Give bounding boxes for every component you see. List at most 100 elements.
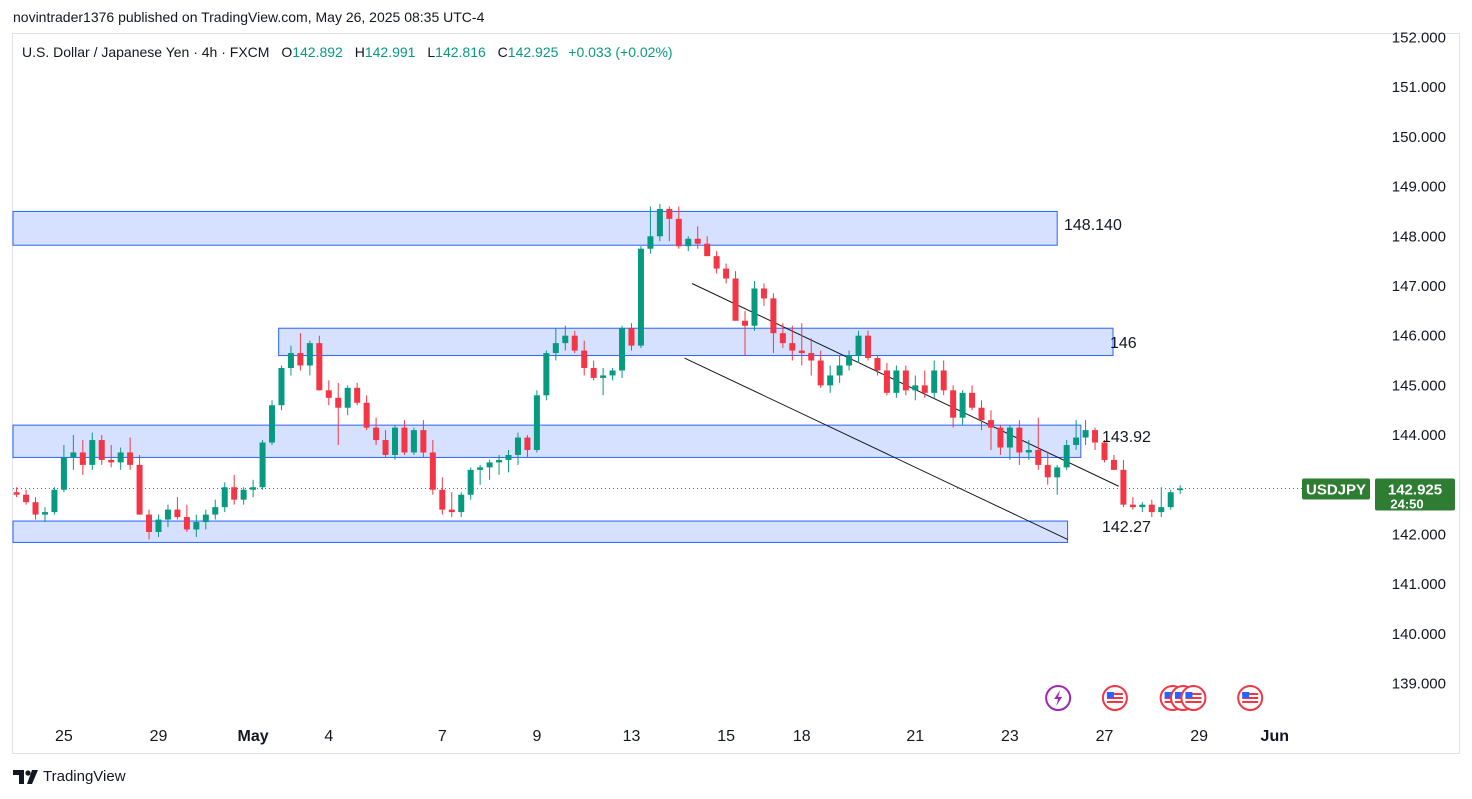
candle-body: [316, 343, 323, 391]
candle-body: [486, 462, 493, 468]
candle-body: [940, 370, 947, 391]
y-tick-label: 142.000: [1392, 526, 1446, 543]
candle-body: [789, 343, 796, 351]
candle: [51, 487, 58, 515]
candle-body: [562, 335, 569, 344]
candle-body: [1035, 449, 1042, 465]
x-tick-label: May: [238, 728, 269, 745]
candle-body: [202, 514, 209, 523]
us-flag-stripe: [1242, 701, 1259, 703]
candle: [269, 400, 276, 446]
candle: [931, 360, 938, 398]
candle-body: [335, 397, 342, 408]
candle: [609, 367, 616, 381]
candle-body: [666, 208, 673, 219]
candle: [363, 395, 370, 431]
candle-body: [1120, 469, 1127, 505]
chart-canvas[interactable]: 148.140 146 143.92 142.27 152.000 151.000 150…: [0, 0, 1472, 799]
x-tick-label: 29: [150, 728, 168, 745]
x-tick-label: 25: [55, 728, 73, 745]
candle: [1110, 454, 1117, 470]
zone-148.140: [12, 210, 1058, 246]
y-tick-label: 148.000: [1392, 228, 1446, 245]
x-tick-label: 21: [906, 728, 924, 745]
us-flag-stripe: [1185, 701, 1202, 703]
candle-body: [458, 494, 465, 513]
candle-body: [183, 517, 190, 530]
candle: [751, 281, 758, 331]
candle: [656, 203, 663, 242]
candle: [600, 367, 607, 396]
bar-countdown: 24:50: [1390, 497, 1423, 512]
symbol-tag-label: USDJPY: [1306, 482, 1366, 499]
x-tick-label: Jun: [1261, 728, 1289, 745]
candle-body: [656, 208, 663, 237]
candle: [637, 246, 644, 349]
candle: [174, 497, 181, 520]
candle-body: [798, 350, 805, 354]
candle-body: [278, 367, 285, 406]
zone-142.27: [12, 520, 1069, 543]
candle-body: [1006, 427, 1013, 448]
x-tick-label: 9: [532, 728, 541, 745]
candle-body: [1054, 467, 1061, 478]
candle: [1092, 427, 1099, 450]
candle-body: [817, 360, 824, 386]
y-tick-label: 144.000: [1392, 427, 1446, 444]
candle-body: [997, 427, 1004, 448]
change-value: +0.033 (+0.02%): [568, 44, 673, 60]
candle: [836, 355, 843, 383]
candle: [212, 499, 219, 520]
candle: [723, 263, 730, 284]
candle-body: [420, 430, 427, 453]
x-tick-label: 13: [623, 728, 641, 745]
candle-body: [808, 353, 815, 361]
us-flag-event-icon: [1237, 685, 1264, 711]
candle: [1177, 485, 1184, 494]
candle-body: [883, 370, 890, 393]
candle-body: [1073, 437, 1080, 446]
candle-body: [429, 452, 436, 490]
y-tick-label: 152.000: [1392, 29, 1446, 46]
candle-body: [978, 407, 985, 421]
ohlc-legend: U.S. Dollar / Japanese Yen · 4h · FXCM O…: [22, 44, 673, 60]
candle-body: [685, 238, 692, 247]
price-axis: 152.000 151.000 150.000 149.000 148.000 147.0…: [1392, 29, 1446, 692]
candles-layer: [13, 203, 1184, 540]
candle: [410, 427, 417, 455]
candle-body: [742, 320, 749, 326]
candle: [893, 365, 900, 398]
candle: [959, 390, 966, 426]
us-flag-stripe: [1106, 701, 1123, 703]
candle: [259, 440, 266, 490]
candle: [250, 479, 257, 498]
candle: [940, 360, 947, 396]
candle: [392, 425, 398, 460]
us-flag-canton: [1185, 692, 1193, 698]
candle-body: [619, 328, 626, 371]
candle: [240, 487, 247, 505]
candle: [760, 283, 767, 306]
zone-label-142.27: 142.27: [1102, 519, 1151, 536]
tradingview-logo[interactable]: TradingView: [13, 768, 126, 785]
candle: [439, 477, 446, 515]
candle-body: [297, 353, 304, 366]
candle-body: [893, 370, 900, 393]
candle: [221, 482, 228, 513]
candle-body: [250, 487, 257, 490]
candle: [912, 375, 919, 401]
candle-body: [600, 375, 607, 378]
x-tick-label: 4: [324, 728, 333, 745]
candle-body: [713, 256, 720, 269]
candle: [1129, 497, 1136, 510]
y-tick-label: 151.000: [1392, 79, 1446, 96]
candle: [458, 492, 465, 518]
candle: [827, 365, 834, 393]
candle-body: [1129, 504, 1136, 508]
candle-body: [231, 487, 238, 500]
candle-body: [98, 440, 105, 460]
candle-body: [354, 387, 361, 403]
y-tick-label: 150.000: [1392, 129, 1446, 146]
candle-body: [1025, 449, 1032, 453]
candle-body: [647, 236, 654, 249]
